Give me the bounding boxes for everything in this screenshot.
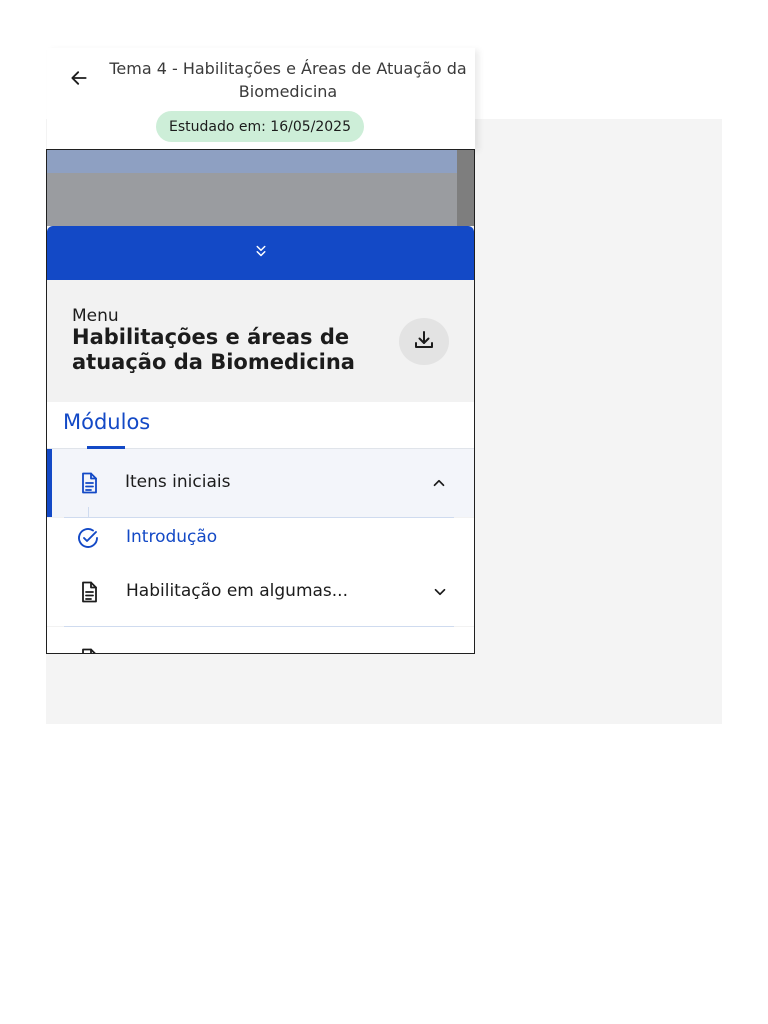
dimmed-content-overlay <box>47 173 457 226</box>
document-icon <box>77 580 101 604</box>
tab-bar: Módulos <box>47 402 474 449</box>
back-button[interactable] <box>69 68 89 92</box>
chevron-down-icon[interactable] <box>431 583 449 601</box>
menu-header: Menu Habilitações e áreas de atuação da … <box>47 280 474 402</box>
arrow-left-icon <box>69 68 89 92</box>
subitem-introducao[interactable]: Introdução <box>47 518 474 558</box>
scrollbar[interactable] <box>457 150 474 226</box>
module-item-habilitacao[interactable]: Habilitação em algumas... <box>47 558 474 626</box>
chevrons-down-icon <box>252 242 270 264</box>
module-item-next[interactable] <box>47 627 474 653</box>
document-icon <box>77 471 101 495</box>
chevron-up-icon[interactable] <box>430 474 448 492</box>
check-circle-icon <box>76 526 100 550</box>
module-label: Itens iniciais <box>125 472 231 492</box>
menu-panel: Menu Habilitações e áreas de atuação da … <box>46 149 475 654</box>
menu-label: Menu <box>72 306 119 326</box>
subitem-label: Introdução <box>126 527 218 547</box>
module-label: Habilitação em algumas... <box>126 581 348 601</box>
dimmed-content-strip <box>47 150 457 173</box>
download-icon <box>412 328 436 356</box>
lesson-title: Tema 4 - Habilitações e Áreas de Atuação… <box>109 59 467 101</box>
lesson-header: Tema 4 - Habilitações e Áreas de Atuação… <box>47 48 475 149</box>
collapse-menu-button[interactable] <box>47 226 474 280</box>
module-item-itens-iniciais[interactable]: Itens iniciais <box>47 449 474 517</box>
document-icon <box>77 647 101 653</box>
tab-modulos[interactable]: Módulos <box>63 410 150 434</box>
studied-date-badge: Estudado em: 16/05/2025 <box>156 111 364 142</box>
download-button[interactable] <box>399 318 449 365</box>
menu-heading: Habilitações e áreas de atuação da Biome… <box>72 325 355 374</box>
